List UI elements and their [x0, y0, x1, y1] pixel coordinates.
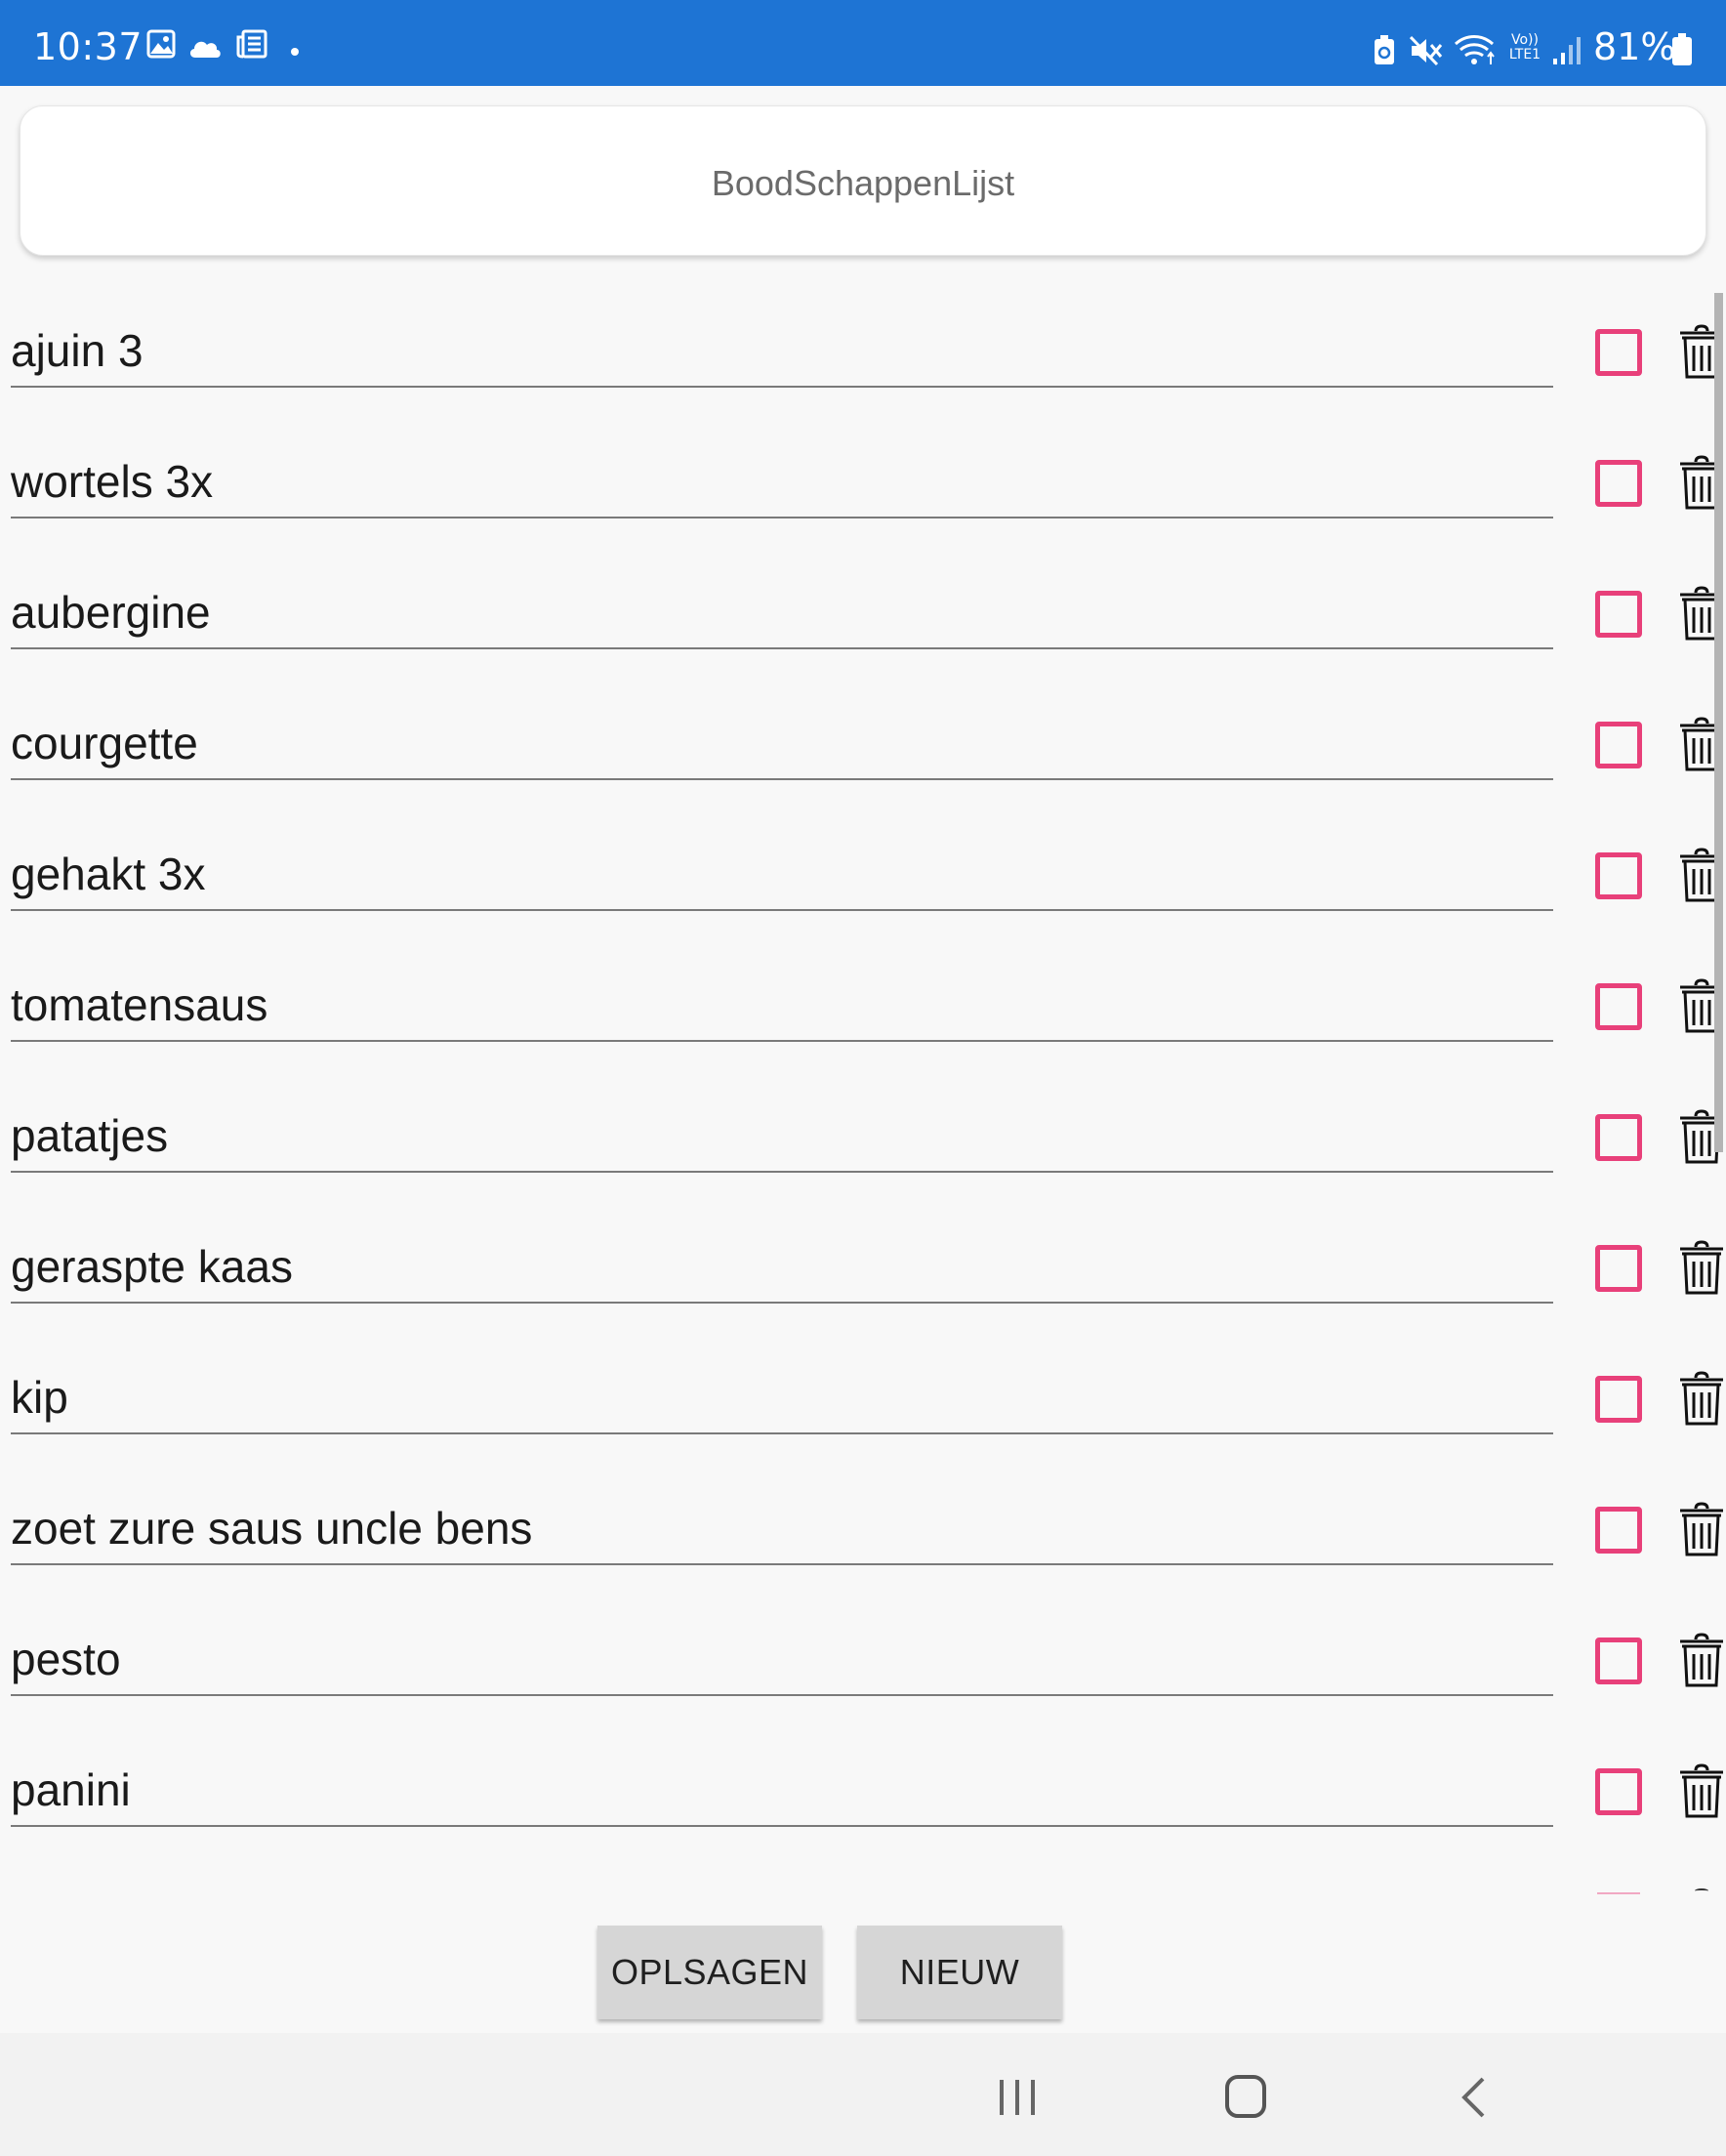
partial-trash-edge [1695, 1888, 1708, 1893]
item-checkbox[interactable] [1595, 1376, 1642, 1423]
input-underline [11, 1040, 1553, 1042]
input-underline [11, 1563, 1553, 1565]
list-item: ajuin 3 [0, 293, 1726, 424]
list-scrollbar[interactable] [1714, 293, 1723, 1152]
battery-percent: 81% [1593, 25, 1676, 68]
item-checkbox[interactable] [1595, 1768, 1642, 1815]
new-button[interactable]: NIEUW [857, 1926, 1062, 2019]
trash-icon[interactable] [1678, 1762, 1725, 1819]
input-underline [11, 1171, 1553, 1173]
partial-checkbox-edge [1597, 1892, 1640, 1894]
item-input[interactable]: ajuin 3 [11, 324, 144, 377]
list-item: patatjes [0, 1078, 1726, 1209]
trash-icon[interactable] [1678, 1370, 1725, 1427]
trash-icon[interactable] [1678, 1632, 1725, 1688]
cloud-icon [189, 41, 221, 58]
item-input[interactable]: courgette [11, 717, 198, 769]
item-checkbox[interactable] [1595, 1245, 1642, 1292]
input-underline [11, 517, 1553, 518]
item-input[interactable]: wortels 3x [11, 455, 213, 508]
dot-icon [291, 48, 299, 56]
list-item: kip [0, 1340, 1726, 1471]
item-input[interactable]: gehakt 3x [11, 848, 205, 900]
battery-saver-icon [1375, 35, 1394, 64]
item-checkbox[interactable] [1595, 1114, 1642, 1161]
item-input[interactable]: geraspte kaas [11, 1240, 293, 1293]
save-button[interactable]: OPLSAGEN [597, 1926, 822, 2019]
input-underline [11, 1432, 1553, 1434]
volte-icon: Vo)) LTE1 [1506, 33, 1543, 62]
item-checkbox[interactable] [1595, 852, 1642, 899]
battery-icon [1672, 33, 1692, 65]
input-underline [11, 1302, 1553, 1304]
list-item: geraspte kaas [0, 1209, 1726, 1340]
list-item: gehakt 3x [0, 816, 1726, 947]
item-checkbox[interactable] [1595, 983, 1642, 1030]
item-checkbox[interactable] [1595, 460, 1642, 507]
item-input[interactable]: tomatensaus [11, 978, 267, 1031]
home-icon[interactable] [1224, 2074, 1267, 2119]
list-item: aubergine [0, 555, 1726, 685]
list-item: wortels 3x [0, 424, 1726, 555]
page-title: BoodSchappenLijst [711, 163, 1015, 203]
wifi-icon [1454, 35, 1495, 64]
gallery-icon [146, 29, 176, 59]
signal-icon [1553, 37, 1581, 64]
item-checkbox[interactable] [1595, 591, 1642, 638]
item-checkbox[interactable] [1595, 1507, 1642, 1554]
trash-icon[interactable] [1678, 1501, 1725, 1557]
item-checkbox[interactable] [1595, 722, 1642, 768]
item-checkbox[interactable] [1595, 1638, 1642, 1684]
input-underline [11, 647, 1553, 649]
list-item: tomatensaus [0, 947, 1726, 1078]
item-input[interactable]: panini [11, 1763, 131, 1816]
title-card: BoodSchappenLijst [20, 105, 1706, 256]
shopping-list[interactable]: ajuin 3 wortels 3x aubergine courgette g… [0, 293, 1726, 1896]
item-input[interactable]: kip [11, 1371, 68, 1424]
volte-label-top: Vo)) [1511, 32, 1539, 48]
item-input[interactable]: patatjes [11, 1109, 168, 1162]
status-bar: 10:37 Vo)) LTE1 81% [0, 0, 1726, 86]
news-icon [236, 29, 267, 59]
input-underline [11, 1825, 1553, 1827]
mute-icon [1410, 35, 1443, 66]
item-input[interactable]: zoet zure saus uncle bens [11, 1502, 532, 1555]
trash-icon[interactable] [1678, 1239, 1725, 1296]
input-underline [11, 386, 1553, 388]
recents-icon[interactable] [998, 2078, 1037, 2117]
list-item: pesto [0, 1601, 1726, 1732]
list-item: courgette [0, 685, 1726, 816]
volte-label-bottom: LTE1 [1508, 47, 1541, 62]
list-item: zoet zure saus uncle bens [0, 1471, 1726, 1601]
back-icon[interactable] [1459, 2076, 1488, 2119]
list-item: panini [0, 1732, 1726, 1863]
item-input[interactable]: pesto [11, 1633, 121, 1685]
input-underline [11, 1694, 1553, 1696]
item-input[interactable]: aubergine [11, 586, 211, 639]
navigation-bar [0, 2033, 1726, 2156]
input-underline [11, 778, 1553, 780]
item-checkbox[interactable] [1595, 329, 1642, 376]
input-underline [11, 909, 1553, 911]
status-time: 10:37 [33, 25, 144, 68]
